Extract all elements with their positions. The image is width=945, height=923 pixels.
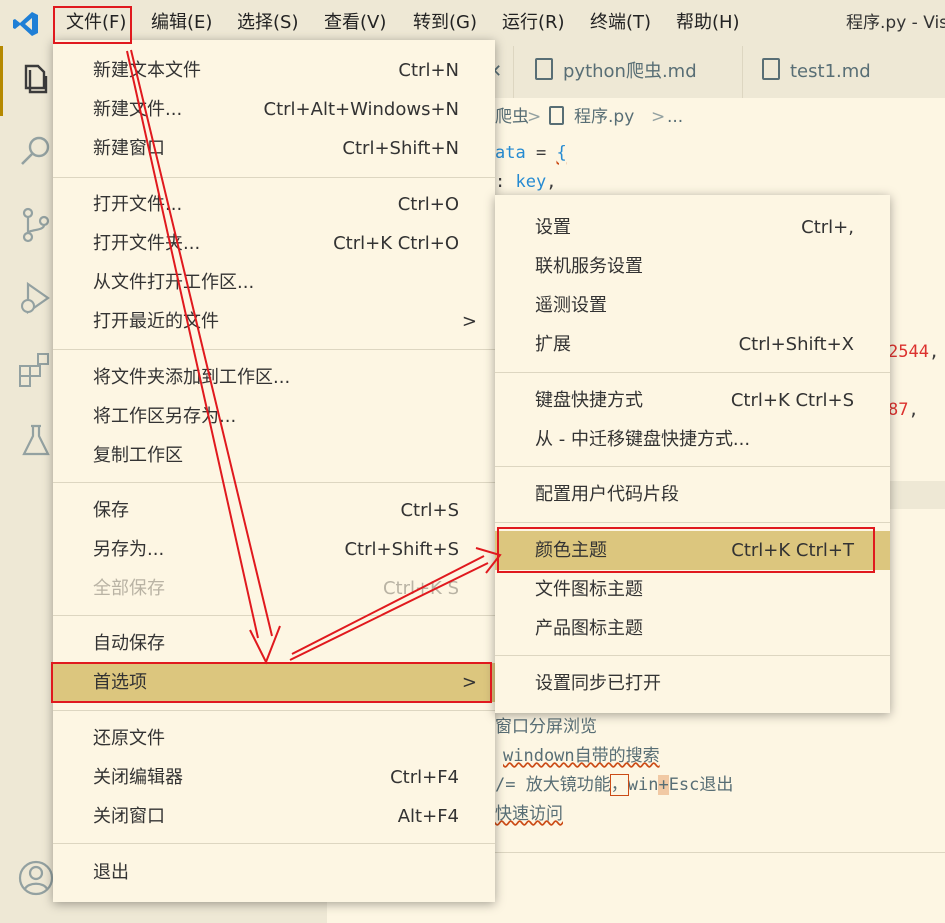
arrow-head — [249, 625, 281, 665]
arrow-shaft — [126, 49, 273, 639]
arrow-shaft — [289, 555, 489, 661]
arrow-head — [475, 547, 502, 574]
annotation-arrows — [126, 49, 502, 665]
